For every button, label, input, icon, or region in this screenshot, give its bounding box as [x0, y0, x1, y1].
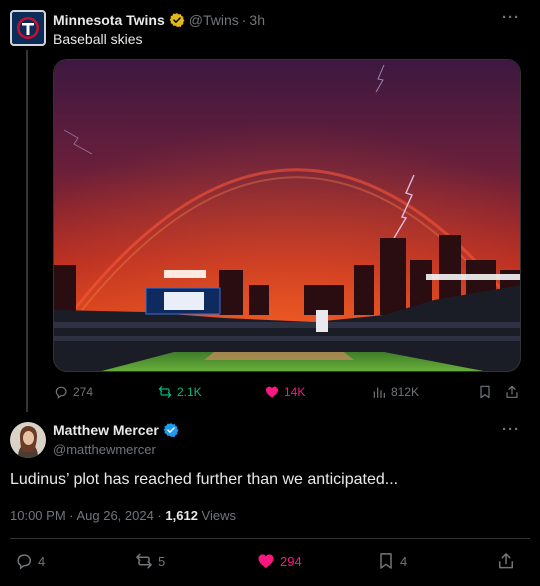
parent-author-name[interactable]: Minnesota Twins [53, 12, 165, 28]
main-tweet: Matthew Mercer @matthewmercer ··· Ludinu… [0, 412, 540, 586]
twins-avatar[interactable] [10, 10, 46, 46]
retweet-count: 2.1K [177, 385, 202, 399]
bookmark-button[interactable] [477, 382, 493, 402]
twins-logo-icon [17, 17, 39, 39]
reply-icon [55, 386, 67, 399]
parent-timestamp[interactable]: 3h [249, 12, 265, 28]
retweet-count: 5 [158, 553, 166, 569]
like-button[interactable]: 14K [264, 382, 305, 402]
tweet-timestamp[interactable]: 10:00 PM · Aug 26, 2024 · [10, 508, 165, 523]
matthew-mercer-avatar[interactable] [10, 422, 46, 458]
retweet-icon [158, 386, 172, 398]
stadium-storm-photo [54, 60, 520, 371]
retweet-icon [136, 553, 152, 569]
retweet-button[interactable]: 5 [134, 551, 165, 571]
parent-tweet[interactable]: Minnesota Twins @Twins · 3h ··· Baseball… [0, 0, 540, 412]
reply-icon [17, 554, 32, 570]
main-action-bar: 4 5 294 4 [10, 551, 530, 573]
bookmark-icon [380, 553, 392, 569]
tweet-views-label: Views [197, 508, 236, 523]
parent-tweet-header: Minnesota Twins @Twins · 3h [53, 11, 265, 29]
reply-button[interactable]: 4 [14, 551, 45, 571]
views-count: 812K [391, 385, 420, 399]
parent-tweet-text: Baseball skies [53, 31, 143, 47]
tweet-photo[interactable] [53, 59, 521, 372]
main-author-row: Matthew Mercer [53, 422, 179, 438]
divider [10, 538, 530, 539]
parent-author-handle[interactable]: @Twins [189, 12, 239, 28]
bookmark-icon [480, 385, 490, 399]
avatar-photo [10, 422, 46, 458]
bookmark-count: 4 [400, 553, 408, 569]
main-author-handle[interactable]: @matthewmercer [53, 442, 156, 457]
share-button[interactable] [504, 382, 520, 402]
verified-blue-badge-icon[interactable] [163, 422, 179, 438]
verified-gold-badge-icon[interactable] [169, 12, 185, 28]
reply-button[interactable]: 274 [53, 382, 93, 402]
retweet-button[interactable]: 2.1K [157, 382, 202, 402]
share-icon [499, 553, 513, 569]
heart-filled-icon [258, 554, 274, 569]
main-author-name[interactable]: Matthew Mercer [53, 422, 159, 438]
parent-more-options-button[interactable]: ··· [502, 9, 520, 26]
main-more-options-button[interactable]: ··· [502, 421, 520, 438]
share-button[interactable] [496, 551, 516, 571]
like-count: 294 [280, 553, 302, 569]
like-button[interactable]: 294 [256, 551, 302, 571]
analytics-icon [373, 387, 385, 398]
heart-filled-icon [266, 386, 278, 398]
like-count: 14K [284, 385, 306, 399]
reply-count: 4 [38, 553, 46, 569]
bookmark-button[interactable]: 4 [376, 551, 407, 571]
tweet-meta: 10:00 PM · Aug 26, 2024 · 1,612 Views [10, 508, 236, 523]
tweet-views-count: 1,612 [165, 508, 198, 523]
share-icon [506, 385, 518, 398]
views-button[interactable]: 812K [371, 382, 419, 402]
main-tweet-text: Ludinus’ plot has reached further than w… [10, 471, 399, 488]
parent-action-bar: 274 2.1K 14K 812K [53, 382, 521, 402]
reply-count: 274 [73, 385, 94, 399]
thread-connector-line [26, 50, 28, 412]
header-separator: · [241, 12, 247, 28]
